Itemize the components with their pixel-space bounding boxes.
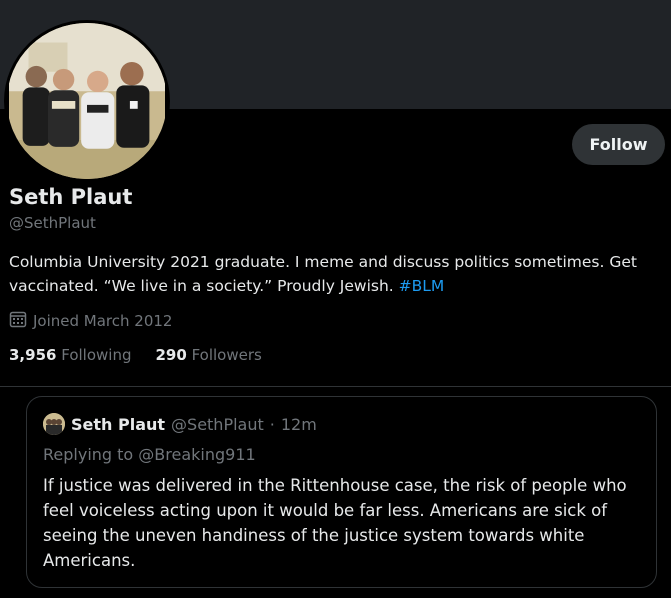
profile-name: Seth Plaut xyxy=(9,185,133,209)
quoted-tweet-card[interactable]: Seth Plaut @SethPlaut · 12m Replying to … xyxy=(26,396,657,588)
section-divider xyxy=(0,386,671,387)
following-count: 3,956 xyxy=(9,346,57,364)
bio-hashtag-link[interactable]: #BLM xyxy=(399,277,445,295)
quoted-tweet-text: If justice was delivered in the Rittenho… xyxy=(43,476,627,570)
joined-label: Joined March 2012 xyxy=(33,312,173,330)
followers-label: Followers xyxy=(191,346,262,364)
bio-text: Columbia University 2021 graduate. I mem… xyxy=(9,253,637,295)
quoted-tweet-separator: · xyxy=(269,414,275,434)
follow-button[interactable]: Follow xyxy=(572,124,665,165)
profile-handle: @SethPlaut xyxy=(9,214,96,232)
following-label: Following xyxy=(61,346,132,364)
followers-count: 290 xyxy=(155,346,187,364)
avatar-photo xyxy=(9,23,165,179)
following-link[interactable]: 3,956 Following xyxy=(9,346,131,364)
quoted-tweet-time[interactable]: 12m xyxy=(281,415,317,434)
follow-stats: 3,956 Following 290 Followers xyxy=(9,346,262,364)
joined-date: Joined March 2012 xyxy=(9,310,172,332)
profile-bio: Columbia University 2021 graduate. I mem… xyxy=(9,250,649,298)
followers-link[interactable]: 290 Followers xyxy=(155,346,261,364)
quoted-tweet-header: Seth Plaut @SethPlaut · 12m xyxy=(43,413,317,435)
profile-avatar[interactable] xyxy=(4,20,170,182)
quoted-tweet-name[interactable]: Seth Plaut xyxy=(71,415,165,434)
calendar-icon xyxy=(9,310,27,332)
quoted-tweet-avatar[interactable] xyxy=(43,413,65,435)
quoted-tweet-handle: @SethPlaut xyxy=(171,414,264,434)
quoted-tweet-replying-to: Replying to @Breaking911 xyxy=(43,445,256,464)
